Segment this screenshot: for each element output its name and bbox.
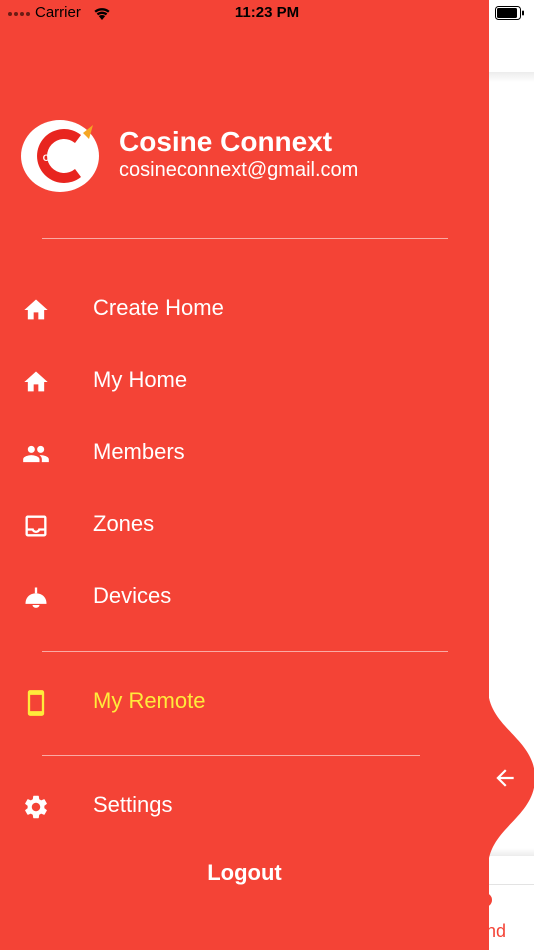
menu-item-settings[interactable]: Settings <box>0 779 489 835</box>
gear-icon <box>25 795 47 819</box>
profile-name: Cosine Connext <box>119 126 333 157</box>
menu-item-my-remote[interactable]: My Remote <box>0 675 489 731</box>
menu-item-label: Members <box>93 439 185 464</box>
menu-item-members[interactable]: Members <box>0 426 489 482</box>
screen: nd COSINE Cosine Connext cosineconnext@g… <box>0 0 534 950</box>
background-tab-label[interactable]: nd <box>486 921 506 942</box>
divider <box>42 238 448 239</box>
menu-item-label: My Home <box>93 367 188 392</box>
menu-item-create-home[interactable]: Create Home <box>0 282 489 338</box>
divider <box>42 651 448 652</box>
navigation-drawer: COSINE Cosine Connext cosineconnext@gmai… <box>0 0 489 950</box>
status-bar: Carrier 11:23 PM <box>0 0 534 28</box>
home-icon <box>24 299 48 320</box>
menu-item-my-home[interactable]: My Home <box>0 354 489 410</box>
logo-text: COSINE <box>43 153 78 163</box>
background-header-shadow <box>488 72 534 82</box>
home-icon <box>24 371 48 392</box>
background-tab-divider <box>488 884 534 885</box>
menu-item-label: Zones <box>93 511 155 536</box>
battery-icon <box>495 6 524 20</box>
ceiling-lamp-icon <box>25 587 47 608</box>
avatar: COSINE <box>21 120 99 192</box>
phone-icon <box>27 690 45 716</box>
arrow-back-icon[interactable] <box>492 765 518 791</box>
menu-item-label: Create Home <box>93 295 224 320</box>
menu-item-label: My Remote <box>93 688 206 713</box>
menu-item-zones[interactable]: Zones <box>0 498 489 554</box>
cosine-logo-icon: COSINE <box>37 125 93 183</box>
menu-item-label: Devices <box>93 583 172 608</box>
people-icon <box>23 445 49 463</box>
inbox-icon <box>25 515 47 537</box>
status-time: 11:23 PM <box>234 4 300 21</box>
menu-item-label: Settings <box>93 792 173 817</box>
profile-email: cosineconnext@gmail.com <box>119 159 359 181</box>
menu-item-devices[interactable]: Devices <box>0 570 489 626</box>
divider <box>42 755 448 756</box>
logout-button[interactable]: Logout <box>0 860 489 886</box>
